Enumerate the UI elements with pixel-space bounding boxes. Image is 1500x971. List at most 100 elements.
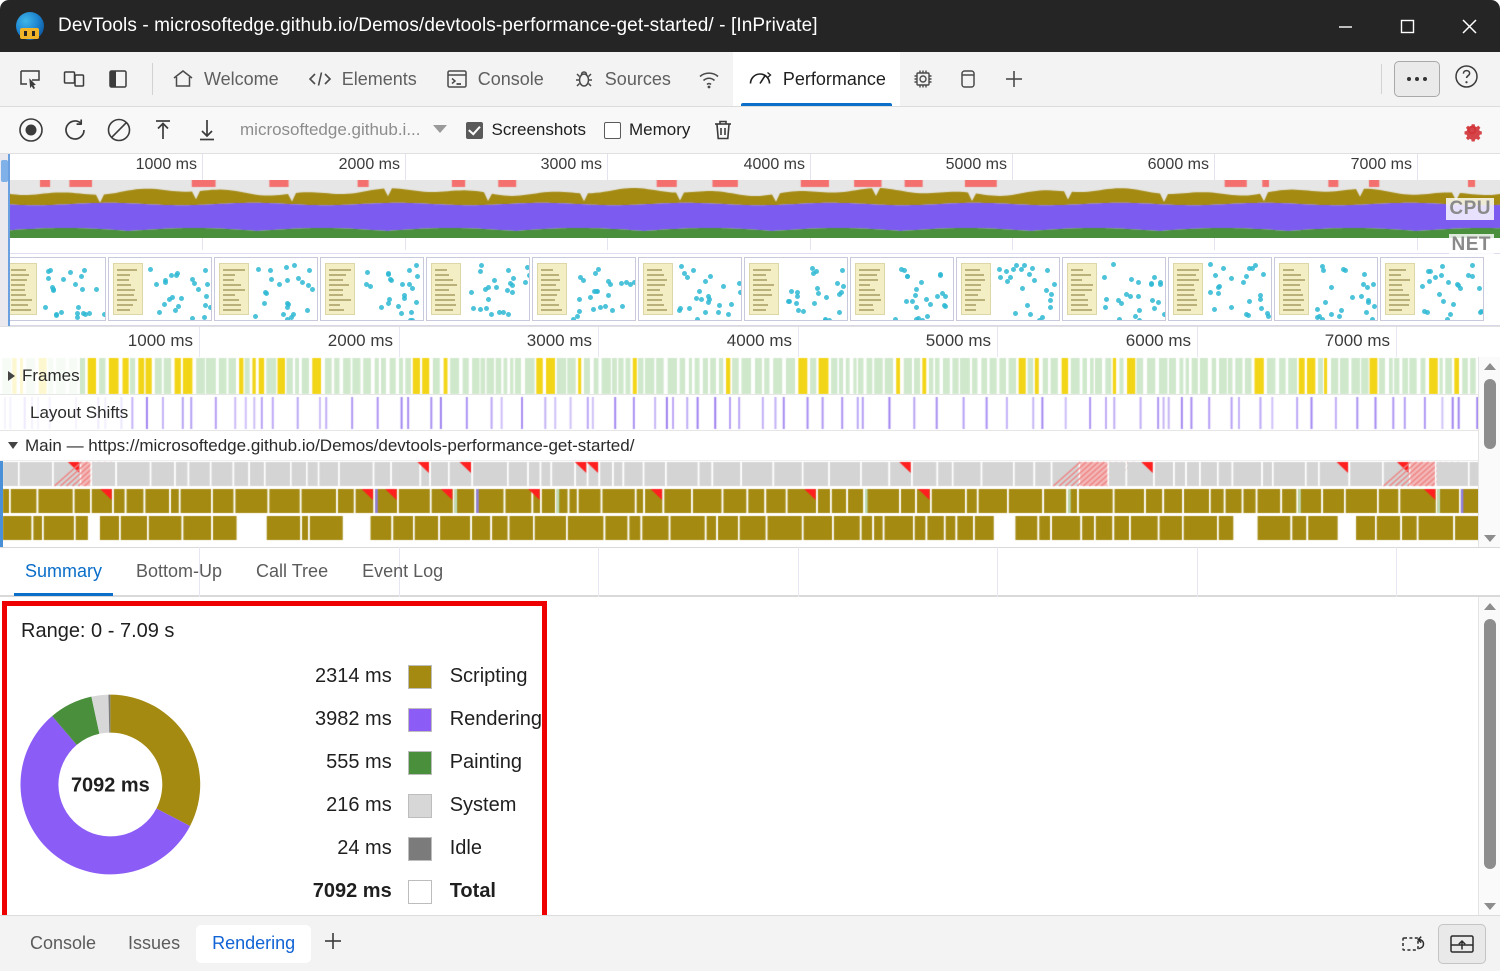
tab-memory[interactable]: [900, 52, 946, 106]
track-frames[interactable]: Frames: [0, 357, 1500, 395]
drawer-add-tab-button[interactable]: [311, 924, 355, 964]
scrollbar-track[interactable]: [1479, 375, 1500, 529]
legend-row[interactable]: 2314 ms Scripting: [290, 655, 542, 698]
bug-icon: [572, 67, 596, 91]
main-thread-header[interactable]: Main — https://microsoftedge.github.io/D…: [0, 431, 1500, 461]
drawer-tab-console-label: Console: [30, 933, 97, 953]
device-emulation-icon[interactable]: [52, 57, 96, 101]
trash-button[interactable]: [702, 110, 744, 150]
tab-performance[interactable]: Performance: [732, 52, 900, 106]
scroll-down-arrow[interactable]: [1479, 897, 1500, 915]
inspect-element-icon[interactable]: [8, 57, 52, 101]
reload-and-record-button[interactable]: [54, 110, 96, 150]
legend-row[interactable]: 555 ms Painting: [290, 741, 542, 784]
filmstrip-screenshot[interactable]: [1062, 257, 1166, 321]
timeline-tick-label: 4000 ms: [726, 331, 792, 350]
scroll-up-arrow[interactable]: [1479, 597, 1500, 615]
tab-network[interactable]: [685, 52, 733, 106]
drawer-tab-rendering[interactable]: Rendering: [196, 924, 312, 963]
load-profile-button[interactable]: [142, 110, 184, 150]
frames-track-label[interactable]: Frames: [0, 357, 80, 394]
overview-filmstrip[interactable]: [0, 254, 1500, 326]
drawer-tab-issues[interactable]: Issues: [112, 925, 196, 963]
chevron-down-icon[interactable]: [432, 123, 448, 138]
overview-tick-label: 3000 ms: [540, 156, 602, 173]
drawer-tab-console[interactable]: Console: [14, 925, 112, 963]
filmstrip-screenshot[interactable]: [2, 257, 106, 321]
scrollbar-thumb[interactable]: [1483, 619, 1496, 869]
help-button[interactable]: [1444, 57, 1488, 101]
more-tools-button[interactable]: [1394, 61, 1440, 97]
tab-sources[interactable]: Sources: [558, 52, 685, 106]
timeline-vertical-scrollbar[interactable]: [1478, 357, 1500, 547]
scroll-down-arrow[interactable]: [1479, 529, 1500, 547]
capture-settings-button[interactable]: [1458, 116, 1486, 144]
overview-net-band: NET: [0, 234, 1500, 256]
filmstrip-screenshot[interactable]: [956, 257, 1060, 321]
record-button[interactable]: [10, 110, 52, 150]
filmstrip-screenshot[interactable]: [532, 257, 636, 321]
filmstrip-screenshot[interactable]: [108, 257, 212, 321]
screenshots-checkbox[interactable]: Screenshots: [466, 120, 586, 140]
scrollbar-thumb[interactable]: [1483, 379, 1496, 449]
filmstrip-screenshot[interactable]: [850, 257, 954, 321]
track-layout-shifts[interactable]: Layout Shifts: [0, 395, 1500, 431]
window-maximize-button[interactable]: [1376, 0, 1438, 52]
layout-shifts-track-label: Layout Shifts: [0, 395, 129, 430]
overview-tick-label: 6000 ms: [1147, 156, 1209, 173]
filmstrip-screenshot[interactable]: [1168, 257, 1272, 321]
memory-checkbox[interactable]: Memory: [603, 120, 691, 140]
tab-call-tree[interactable]: Call Tree: [239, 548, 345, 595]
tab-summary[interactable]: Summary: [8, 548, 119, 596]
tab-welcome-label: Welcome: [204, 68, 279, 89]
tab-bottom-up[interactable]: Bottom-Up: [119, 548, 239, 595]
filmstrip-screenshot[interactable]: [744, 257, 848, 321]
filmstrip-screenshot[interactable]: [426, 257, 530, 321]
toggle-dock-icon[interactable]: [96, 57, 140, 101]
drawer-tab-issues-label: Issues: [128, 933, 181, 953]
main-thread-flamechart[interactable]: [0, 461, 1500, 547]
scrollbar-track[interactable]: [1479, 615, 1500, 897]
donut-slice-scripting[interactable]: [110, 694, 201, 826]
scroll-up-arrow[interactable]: [1479, 357, 1500, 375]
legend-row[interactable]: 24 ms Idle: [290, 827, 542, 870]
tab-add-panel-button[interactable]: [990, 52, 1038, 106]
legend-row[interactable]: 3982 ms Rendering: [290, 698, 542, 741]
summary-panel: Range: 0 - 7.09 s 7092 ms 2314 ms Scripti…: [0, 597, 1500, 934]
tab-application[interactable]: [946, 52, 990, 106]
timeline-overview[interactable]: 1000 ms 2000 ms 3000 ms 4000 ms 5000 ms 6000 …: [0, 154, 1500, 327]
filmstrip-screenshot[interactable]: [638, 257, 742, 321]
dock-drawer-icon[interactable]: [1438, 923, 1486, 964]
tab-bottom-up-label: Bottom-Up: [136, 561, 223, 581]
window-close-button[interactable]: [1438, 0, 1500, 52]
legend-row[interactable]: 216 ms System: [290, 784, 542, 827]
filmstrip-screenshot[interactable]: [214, 257, 318, 321]
tab-event-log[interactable]: Event Log: [345, 548, 460, 595]
window-title: DevTools - microsoftedge.github.io/Demos…: [58, 15, 818, 36]
window-minimize-button[interactable]: [1314, 0, 1376, 52]
legend-swatch-system: [407, 793, 432, 818]
clear-button[interactable]: [98, 110, 140, 150]
refresh-frame-icon[interactable]: [1390, 924, 1438, 964]
summary-vertical-scrollbar[interactable]: [1478, 597, 1500, 915]
tab-welcome[interactable]: Welcome: [157, 52, 293, 106]
save-profile-button[interactable]: [186, 110, 228, 150]
layout-shifts-label-text: Layout Shifts: [30, 402, 129, 422]
range-label: Range: 0 - 7.09 s: [21, 620, 175, 642]
filmstrip-screenshot[interactable]: [320, 257, 424, 321]
legend-swatch-rendering: [407, 707, 432, 732]
timeline-tick-label: 2000 ms: [327, 331, 393, 350]
filmstrip-screenshot[interactable]: [1380, 257, 1484, 321]
filmstrip-screenshot[interactable]: [1274, 257, 1378, 321]
overview-tick-label: 5000 ms: [945, 156, 1007, 173]
activity-donut-chart[interactable]: 7092 ms: [13, 687, 208, 882]
memory-label: Memory: [628, 120, 691, 139]
legend-value: 2314 ms: [314, 665, 392, 687]
frames-label-text: Frames: [22, 365, 80, 385]
plus-icon: [1001, 66, 1027, 92]
overview-selection-left-handle[interactable]: [0, 154, 10, 326]
overview-tick-label: 1000 ms: [135, 156, 197, 173]
tab-elements[interactable]: Elements: [293, 52, 431, 106]
tab-console[interactable]: Console: [431, 52, 558, 106]
flamechart-selection-marker: [0, 461, 3, 547]
